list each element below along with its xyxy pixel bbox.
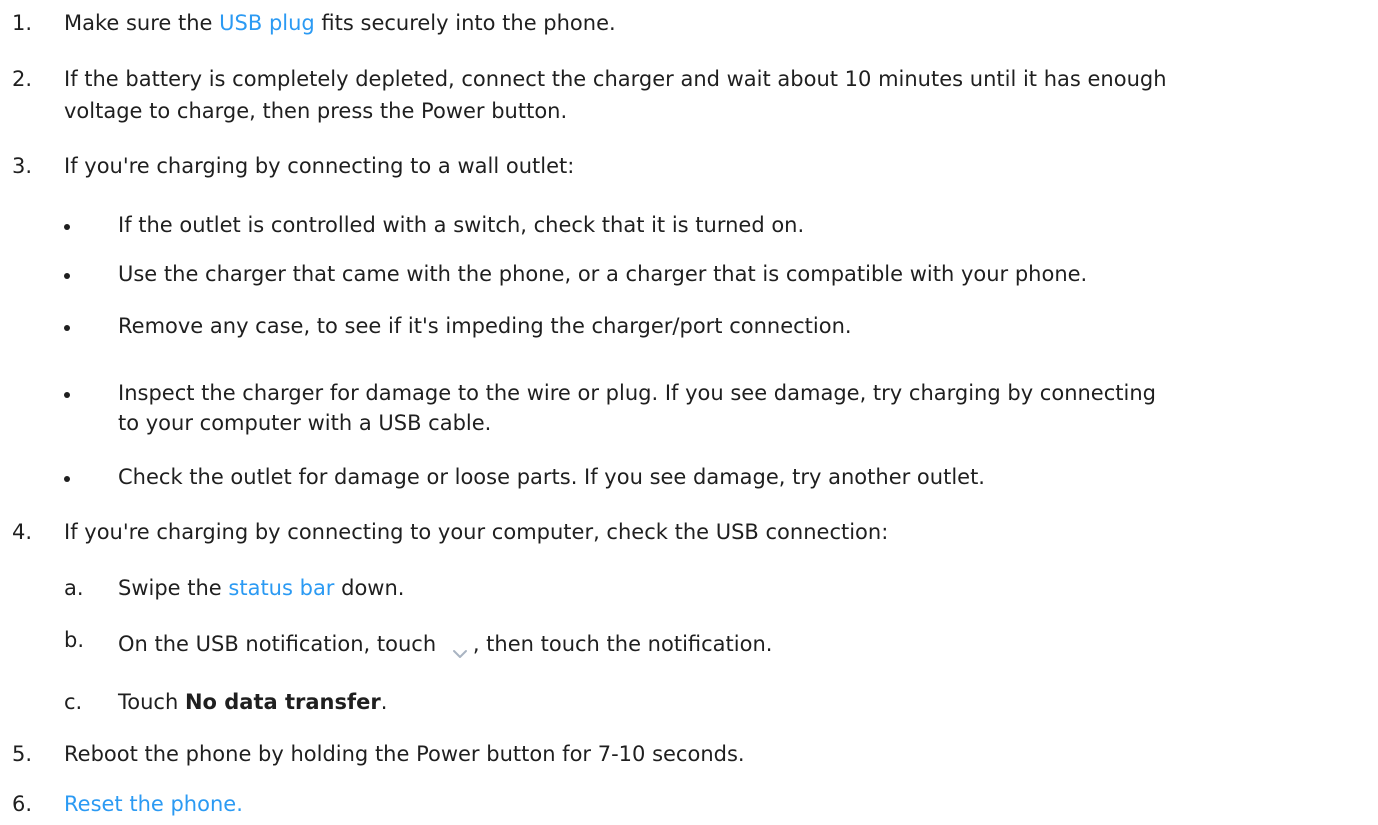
bullet-dot xyxy=(64,325,70,331)
substep-text: On the USB notification, touch , then to… xyxy=(118,628,1368,661)
substep-letter: b. xyxy=(64,628,85,652)
step-text-after: fits securely into the phone. xyxy=(314,11,616,35)
status-bar-link[interactable]: status bar xyxy=(228,576,334,600)
step-number: 1. xyxy=(12,11,33,35)
step-text: If you're charging by connecting to your… xyxy=(64,520,889,544)
substep-text-after: , then touch the notification. xyxy=(472,632,773,656)
bullet-text-line-2: to your computer with a USB cable. xyxy=(118,411,492,435)
substep-letter: c. xyxy=(64,690,83,714)
chevron-down-icon xyxy=(449,638,471,658)
reset-phone-link[interactable]: Reset the phone. xyxy=(64,792,243,816)
step-text: If you're charging by connecting to a wa… xyxy=(64,154,575,178)
substep-text: Swipe the status bar down. xyxy=(118,572,1368,605)
bullet-dot xyxy=(64,476,70,482)
substep-text-after: . xyxy=(380,690,388,714)
bullet-text-line-1: Inspect the charger for damage to the wi… xyxy=(118,381,1156,405)
step-text-before: Make sure the xyxy=(64,11,220,35)
step-number: 5. xyxy=(12,742,33,766)
bullet-dot xyxy=(64,392,70,398)
step-text-line-1: If the battery is completely depleted, c… xyxy=(64,67,1167,91)
substep-text-before: Swipe the xyxy=(118,576,229,600)
substep-letter: a. xyxy=(64,576,84,600)
substep-text-before: Touch xyxy=(118,690,185,714)
bullet-dot xyxy=(64,224,70,230)
step-text: Reboot the phone by holding the Power bu… xyxy=(64,742,745,766)
step-text-line-2: voltage to charge, then press the Power … xyxy=(64,99,568,123)
step-number: 4. xyxy=(12,520,33,544)
bullet-text: Remove any case, to see if it's impeding… xyxy=(118,314,852,338)
substep-text-after: down. xyxy=(334,576,405,600)
step-text: Make sure the USB plug fits securely int… xyxy=(64,7,1368,40)
step-number: 2. xyxy=(12,67,33,91)
bullet-text: Check the outlet for damage or loose par… xyxy=(118,465,985,489)
substep-text: Touch No data transfer. xyxy=(118,686,1368,719)
substep-text-before: On the USB notification, touch xyxy=(118,632,443,656)
usb-plug-link[interactable]: USB plug xyxy=(219,11,315,35)
bullet-text: If the outlet is controlled with a switc… xyxy=(118,213,805,237)
step-number: 3. xyxy=(12,154,33,178)
no-data-transfer-label: No data transfer xyxy=(184,690,381,714)
bullet-dot xyxy=(64,273,70,279)
bullet-text: Use the charger that came with the phone… xyxy=(118,262,1088,286)
step-text: Reset the phone. xyxy=(64,788,1368,821)
step-number: 6. xyxy=(12,792,33,816)
